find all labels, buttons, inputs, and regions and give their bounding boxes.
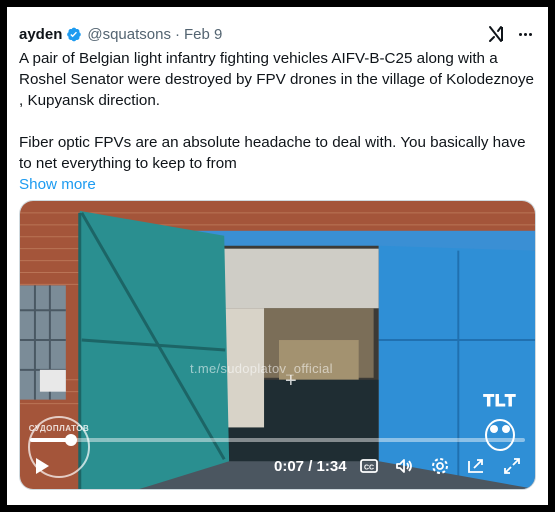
tweet-header: ayden @squatsons · Feb 9 [19,23,536,45]
video-player[interactable]: t.me/sudoplatov_official + СУДОПЛАТОВ TL… [19,200,536,490]
tweet-text: A pair of Belgian light infantry fightin… [19,48,539,195]
captions-icon[interactable]: CC [359,456,379,476]
separator-dot: · [174,25,180,43]
verified-badge-icon [67,27,82,41]
owl-icon [485,419,515,451]
author-name[interactable]: ayden [19,26,62,43]
captions-label: CC [364,465,374,472]
tweet-card: ayden @squatsons · Feb 9 A pair of Belgi… [7,7,548,505]
video-progress-bar[interactable] [30,434,525,446]
fullscreen-icon[interactable] [502,456,522,476]
tweet-paragraph-1: A pair of Belgian light infantry fightin… [19,50,534,109]
show-more-link[interactable]: Show more [19,174,96,195]
video-watermark: t.me/sudoplatov_official [190,361,333,376]
channel-logo-text: TLT [483,391,517,411]
grok-icon[interactable] [486,24,506,44]
progress-handle[interactable] [65,434,78,446]
tweet-paragraph-2: Fiber optic FPVs are an absolute headach… [19,134,526,172]
channel-logo: TLT [475,391,525,457]
more-icon[interactable] [514,23,536,45]
crosshair: + [285,370,297,392]
video-frame [20,201,535,489]
author-handle[interactable]: @squatsons [87,26,171,43]
pip-icon[interactable] [466,456,486,476]
video-time: 0:07 / 1:34 [274,458,347,475]
tweet-date[interactable]: Feb 9 [184,26,222,43]
play-icon[interactable] [36,458,49,474]
video-controls: 0:07 / 1:34 CC [20,449,535,483]
volume-icon[interactable] [394,456,414,476]
stamp-text: СУДОПЛАТОВ [28,424,90,433]
settings-icon[interactable] [430,456,450,476]
